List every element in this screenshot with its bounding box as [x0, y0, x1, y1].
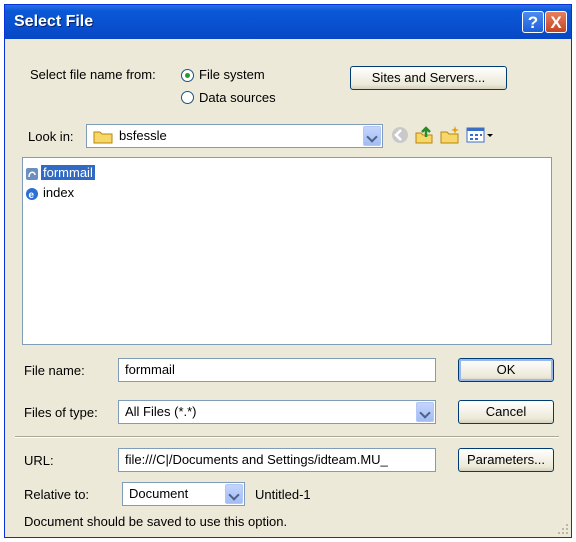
file-name-formmail: formmail: [41, 165, 95, 180]
html-file-icon: e: [26, 187, 38, 201]
title-bar[interactable]: Select File ? X: [5, 5, 571, 39]
look-in-dropdown[interactable]: bsfessle: [86, 124, 383, 148]
dialog-title: Select File: [14, 13, 94, 30]
url-label: URL:: [24, 453, 54, 468]
chevron-down-icon[interactable]: [363, 126, 381, 146]
files-of-type-dropdown[interactable]: All Files (*.*): [118, 400, 436, 424]
help-button[interactable]: ?: [522, 11, 544, 33]
divider: [15, 436, 559, 438]
document-name: Untitled-1: [255, 487, 311, 502]
data-sources-radio[interactable]: [181, 91, 194, 104]
ok-button[interactable]: OK: [458, 358, 554, 382]
source-label: Select file name from:: [30, 67, 156, 82]
up-folder-icon[interactable]: [414, 125, 434, 145]
select-file-dialog: Select File ? X Select file name from: F…: [4, 4, 572, 538]
cancel-button[interactable]: Cancel: [458, 400, 554, 424]
files-of-type-label: Files of type:: [24, 405, 98, 420]
file-name-label: File name:: [24, 363, 85, 378]
file-system-radio[interactable]: [181, 69, 194, 82]
folder-icon: [93, 131, 113, 144]
new-folder-icon[interactable]: [440, 125, 460, 145]
view-menu-icon[interactable]: [466, 125, 494, 145]
close-button[interactable]: X: [545, 11, 567, 33]
relative-to-label: Relative to:: [24, 487, 90, 502]
notice-text: Document should be saved to use this opt…: [24, 514, 288, 529]
file-name-index: index: [43, 185, 75, 200]
back-icon[interactable]: [390, 125, 410, 145]
data-sources-label[interactable]: Data sources: [199, 90, 276, 105]
relative-to-value: Document: [129, 486, 189, 501]
file-system-label[interactable]: File system: [199, 67, 265, 82]
list-item-index[interactable]: e index: [25, 184, 76, 202]
parameters-button[interactable]: Parameters...: [458, 448, 554, 472]
list-item-formmail[interactable]: formmail: [25, 164, 95, 182]
files-of-type-value: All Files (*.*): [125, 404, 197, 419]
sites-and-servers-button[interactable]: Sites and Servers...: [350, 66, 507, 90]
look-in-value: bsfessle: [119, 128, 167, 143]
resize-grip-icon[interactable]: [557, 523, 569, 535]
chevron-down-icon[interactable]: [225, 484, 243, 504]
file-list[interactable]: formmail e index: [22, 157, 552, 345]
svg-text:e: e: [29, 190, 35, 201]
chevron-down-icon[interactable]: [416, 402, 434, 422]
relative-to-dropdown[interactable]: Document: [122, 482, 245, 506]
php-file-icon: [26, 167, 38, 180]
look-in-label: Look in:: [28, 129, 74, 144]
url-input[interactable]: file:///C|/Documents and Settings/idteam…: [118, 448, 436, 472]
file-name-input[interactable]: formmail: [118, 358, 436, 382]
